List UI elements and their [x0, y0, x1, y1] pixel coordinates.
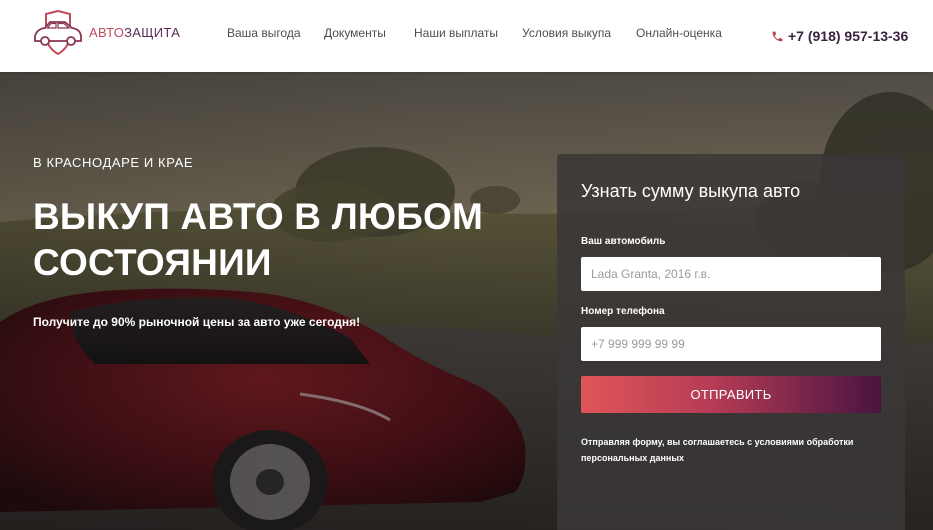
car-shield-icon[interactable]: [32, 9, 84, 56]
nav-link-terms[interactable]: Условия выкупа: [522, 26, 611, 40]
phone-icon: [771, 30, 784, 43]
header-phone[interactable]: +7 (918) 957-13-36: [771, 28, 908, 44]
hero-subtitle: Получите до 90% рыночной цены за авто уж…: [33, 315, 361, 329]
phone-number: +7 (918) 957-13-36: [788, 28, 909, 44]
hero-section: В КРАСНОДАРЕ И КРАЕ ВЫКУП АВТО В ЛЮБОМ С…: [0, 72, 933, 530]
nav-link-benefit[interactable]: Ваша выгода: [227, 26, 301, 40]
brand-name-part2: ЗАЩИТА: [124, 25, 181, 40]
hero-title: ВЫКУП АВТО В ЛЮБОМ СОСТОЯНИИ: [33, 196, 484, 283]
car-input[interactable]: [581, 257, 881, 291]
brand-name-part1: АВТО: [89, 25, 125, 40]
phone-input[interactable]: [581, 327, 881, 361]
phone-field-label: Номер телефона: [581, 306, 665, 317]
nav-link-online-estimate[interactable]: Онлайн-оценка: [636, 26, 722, 40]
site-header: АВТОЗАЩИТА Ваша выгода Документы Наши вы…: [0, 0, 933, 72]
valuation-form: Узнать сумму выкупа авто Ваш автомобиль …: [557, 154, 905, 530]
submit-button[interactable]: ОТПРАВИТЬ: [581, 376, 881, 413]
car-field-label: Ваш автомобиль: [581, 236, 666, 247]
nav-link-payouts[interactable]: Наши выплаты: [414, 26, 498, 40]
nav-link-documents[interactable]: Документы: [324, 26, 386, 40]
consent-text: Отправляя форму, вы соглашаетесь с услов…: [581, 437, 854, 463]
hero-kicker: В КРАСНОДАРЕ И КРАЕ: [33, 155, 194, 170]
brand-name[interactable]: АВТОЗАЩИТА: [89, 25, 180, 40]
form-title: Узнать сумму выкупа авто: [581, 181, 801, 201]
